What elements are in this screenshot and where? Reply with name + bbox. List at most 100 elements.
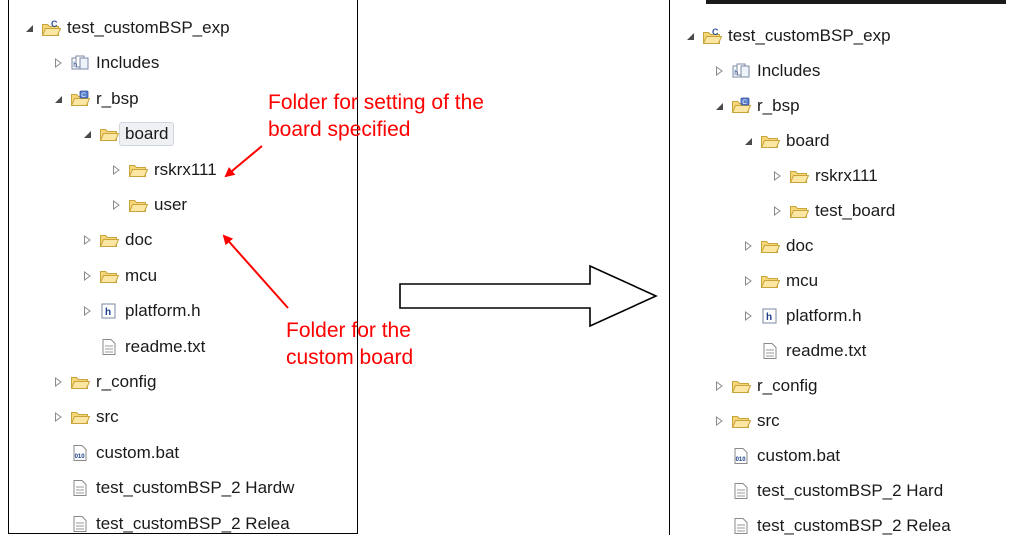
tree-item-label: r_bsp <box>757 96 800 115</box>
tree-item-label: mcu <box>125 265 158 285</box>
custom-annotation-line1: Folder for the <box>286 319 411 342</box>
left-tree-item-test-custombsp-2-relea[interactable]: test_customBSP_2 Relea <box>50 509 290 533</box>
right-tree-item-platform-h[interactable]: h platform.h <box>740 301 862 331</box>
collapsed-triangle-icon[interactable] <box>79 303 95 319</box>
right-tree-item-test-custombsp-exp[interactable]: Ctest_customBSP_exp <box>682 21 891 51</box>
tree-item-label: user <box>154 195 188 214</box>
tree-item-label: Includes <box>757 61 821 80</box>
text-file-icon <box>731 517 751 535</box>
folder-icon <box>70 408 90 426</box>
transition-arrow <box>399 264 658 328</box>
text-file-icon <box>731 482 751 500</box>
panel-top-edge <box>706 0 1006 4</box>
expanded-triangle-icon[interactable] <box>79 126 95 142</box>
left-tree-item-custom-bat[interactable]: 010 custom.bat <box>50 438 179 468</box>
svg-text:h: h <box>734 70 738 77</box>
svg-text:C: C <box>51 19 58 29</box>
expanded-triangle-icon[interactable] <box>711 98 727 114</box>
right-tree-item-doc[interactable]: doc <box>740 231 813 261</box>
right-tree-item-custom-bat[interactable]: 010 custom.bat <box>711 441 840 471</box>
collapsed-triangle-icon[interactable] <box>50 55 66 71</box>
left-tree-item-readme-txt[interactable]: readme.txt <box>79 332 205 362</box>
left-tree-item-doc[interactable]: doc <box>79 225 152 255</box>
left-tree-item-board[interactable]: board <box>79 119 175 149</box>
svg-text:010: 010 <box>736 457 747 463</box>
header-file-icon: h <box>99 302 119 320</box>
right-tree-item-board[interactable]: board <box>740 126 829 156</box>
custom-annotation-line2: custom board <box>286 346 414 369</box>
right-tree-item-mcu[interactable]: mcu <box>740 266 818 296</box>
collapsed-triangle-icon[interactable] <box>711 378 727 394</box>
folder-icon <box>128 161 148 179</box>
left-tree-item-mcu[interactable]: mcu <box>79 261 157 291</box>
tree-item-label: platform.h <box>786 306 862 325</box>
header-file-icon: h <box>760 307 780 325</box>
tree-item-label: Includes <box>96 53 160 73</box>
collapsed-triangle-icon[interactable] <box>769 168 785 184</box>
left-project-explorer: Ctest_customBSP_exph Includes Cr_bspboard r… <box>8 0 358 534</box>
tree-item-label: r_config <box>757 376 818 395</box>
left-tree-item-r-bsp[interactable]: Cr_bsp <box>50 84 139 114</box>
expanded-triangle-icon[interactable] <box>21 20 37 36</box>
tree-item-label: test_customBSP_exp <box>728 26 891 45</box>
folder-icon <box>99 267 119 285</box>
tree-item-label: readme.txt <box>786 341 867 360</box>
right-tree-item-rskrx111[interactable]: rskrx111 <box>769 161 878 191</box>
right-project-explorer: Ctest_customBSP_exph Includes Cr_bspboard r… <box>669 0 1010 535</box>
includes-icon: h <box>70 54 90 72</box>
collapsed-triangle-icon[interactable] <box>711 413 727 429</box>
left-tree-item-rskrx111[interactable]: rskrx111 <box>108 155 217 185</box>
right-tree-item-test-custombsp-2-relea[interactable]: test_customBSP_2 Relea <box>711 511 951 535</box>
left-tree-item-src[interactable]: src <box>50 402 119 432</box>
collapsed-triangle-icon[interactable] <box>108 197 124 213</box>
collapsed-triangle-icon[interactable] <box>740 273 756 289</box>
left-tree-item-test-custombsp-exp[interactable]: Ctest_customBSP_exp <box>21 13 230 43</box>
svg-text:h: h <box>105 307 111 318</box>
board-annotation-line1: Folder for setting of the <box>268 91 484 114</box>
folder-icon <box>731 377 751 395</box>
right-tree-item-readme-txt[interactable]: readme.txt <box>740 336 866 366</box>
collapsed-triangle-icon[interactable] <box>50 409 66 425</box>
folder-icon <box>99 231 119 249</box>
expanded-triangle-icon[interactable] <box>740 133 756 149</box>
right-tree-item-r-bsp[interactable]: Cr_bsp <box>711 91 800 121</box>
collapsed-triangle-icon[interactable] <box>79 268 95 284</box>
svg-text:C: C <box>712 27 719 37</box>
right-tree-item-src[interactable]: src <box>711 406 780 436</box>
right-tree-item-test-custombsp-2-hard[interactable]: test_customBSP_2 Hard <box>711 476 943 506</box>
left-tree-item-test-custombsp-2-hardw[interactable]: test_customBSP_2 Hardw <box>50 473 294 503</box>
expanded-triangle-icon[interactable] <box>682 28 698 44</box>
expanded-triangle-icon[interactable] <box>50 91 66 107</box>
text-file-icon <box>99 338 119 356</box>
right-tree-item-includes[interactable]: h Includes <box>711 56 820 86</box>
tree-item-label: doc <box>125 230 153 250</box>
right-tree-item-r-config[interactable]: r_config <box>711 371 817 401</box>
collapsed-triangle-icon[interactable] <box>108 162 124 178</box>
binary-file-icon: 010 <box>70 444 90 462</box>
tree-item-label: r_config <box>96 372 157 391</box>
source-folder-icon: C <box>70 90 90 108</box>
svg-text:C: C <box>81 92 86 99</box>
left-tree-item-r-config[interactable]: r_config <box>50 367 156 397</box>
c-project-icon: C <box>702 27 722 45</box>
svg-text:h: h <box>73 62 77 69</box>
right-tree-item-test-board[interactable]: test_board <box>769 196 895 226</box>
folder-icon <box>99 125 119 143</box>
left-tree-item-includes[interactable]: h Includes <box>50 48 159 78</box>
left-tree-item-user[interactable]: user <box>108 190 187 220</box>
collapsed-triangle-icon[interactable] <box>711 63 727 79</box>
collapsed-triangle-icon[interactable] <box>740 238 756 254</box>
left-tree-item-platform-h[interactable]: h platform.h <box>79 296 201 326</box>
includes-icon: h <box>731 62 751 80</box>
collapsed-triangle-icon[interactable] <box>79 232 95 248</box>
collapsed-triangle-icon[interactable] <box>769 203 785 219</box>
board-annotation-line2: board specified <box>268 118 411 141</box>
collapsed-triangle-icon[interactable] <box>740 308 756 324</box>
collapsed-triangle-icon[interactable] <box>50 374 66 390</box>
tree-item-label: src <box>757 411 780 430</box>
